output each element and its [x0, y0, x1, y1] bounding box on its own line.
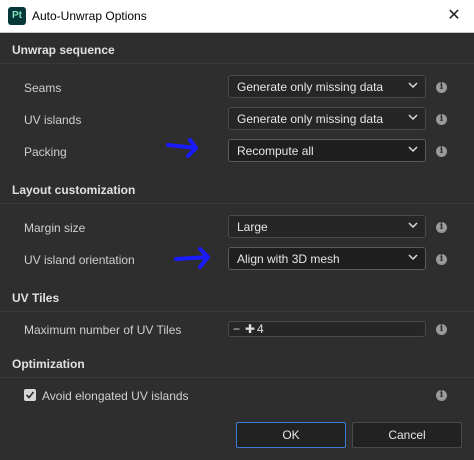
packing-value: Recompute all: [237, 144, 314, 158]
uv-islands-value: Generate only missing data: [237, 112, 384, 126]
info-icon[interactable]: i: [436, 114, 447, 125]
decrement-icon[interactable]: −: [233, 323, 240, 335]
info-icon[interactable]: i: [436, 254, 447, 265]
cancel-button[interactable]: Cancel: [352, 422, 462, 448]
uv-islands-label: UV islands: [24, 113, 82, 127]
seams-dropdown[interactable]: Generate only missing data: [228, 75, 426, 98]
chevron-down-icon: [408, 114, 418, 121]
title-bar: Pt Auto-Unwrap Options ✕: [0, 0, 474, 33]
app-logo-icon: Pt: [8, 7, 26, 25]
info-icon[interactable]: i: [436, 146, 447, 157]
info-icon[interactable]: i: [436, 390, 447, 401]
section-layout-customization: Layout customization: [12, 183, 136, 197]
max-uv-tiles-value[interactable]: 4: [257, 323, 264, 336]
separator: [0, 377, 474, 378]
separator: [0, 311, 474, 312]
info-icon[interactable]: i: [436, 222, 447, 233]
separator: [0, 63, 474, 64]
window-title: Auto-Unwrap Options: [32, 9, 147, 23]
increment-icon[interactable]: ✚: [245, 323, 255, 335]
uv-island-orientation-dropdown[interactable]: Align with 3D mesh: [228, 247, 426, 270]
section-unwrap-sequence: Unwrap sequence: [12, 43, 115, 57]
max-uv-tiles-label: Maximum number of UV Tiles: [24, 323, 182, 337]
avoid-elongated-checkbox[interactable]: [24, 389, 36, 401]
packing-dropdown[interactable]: Recompute all: [228, 139, 426, 162]
annotation-arrow-icon: [174, 247, 210, 269]
separator: [0, 203, 474, 204]
uv-island-orientation-label: UV island orientation: [24, 253, 135, 267]
options-panel: Unwrap sequence Seams Generate only miss…: [0, 33, 474, 460]
checkmark-icon: [25, 391, 35, 399]
chevron-down-icon: [408, 82, 418, 89]
max-uv-tiles-stepper[interactable]: − ✚ 4: [228, 321, 426, 337]
margin-size-dropdown[interactable]: Large: [228, 215, 426, 238]
section-uv-tiles: UV Tiles: [12, 291, 60, 305]
info-icon[interactable]: i: [436, 324, 447, 335]
uv-islands-dropdown[interactable]: Generate only missing data: [228, 107, 426, 130]
annotation-arrow-icon: [166, 138, 198, 158]
close-button[interactable]: ✕: [434, 0, 474, 32]
packing-label: Packing: [24, 145, 67, 159]
info-icon[interactable]: i: [436, 82, 447, 93]
section-optimization: Optimization: [12, 357, 85, 371]
seams-label: Seams: [24, 81, 62, 95]
avoid-elongated-label[interactable]: Avoid elongated UV islands: [42, 389, 189, 403]
uv-island-orientation-value: Align with 3D mesh: [237, 252, 340, 266]
chevron-down-icon: [408, 222, 418, 229]
chevron-down-icon: [408, 146, 418, 153]
margin-size-label: Margin size: [24, 221, 86, 235]
seams-value: Generate only missing data: [237, 80, 384, 94]
ok-button[interactable]: OK: [236, 422, 346, 448]
chevron-down-icon: [408, 254, 418, 261]
margin-size-value: Large: [237, 220, 268, 234]
